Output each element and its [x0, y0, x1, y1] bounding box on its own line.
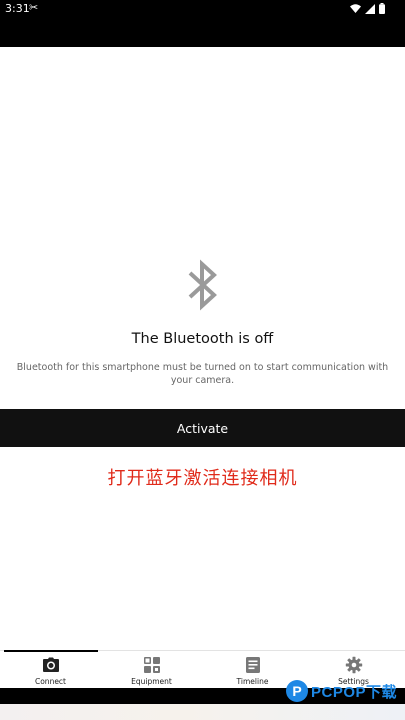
watermark: P PCPOP下载 — [285, 680, 397, 702]
bluetooth-off-title: The Bluetooth is off — [131, 331, 274, 347]
app-header — [0, 18, 405, 47]
annotation-text: 打开蓝牙激活连接相机 — [107, 468, 298, 489]
tab-equipment[interactable]: Equipment — [101, 651, 202, 689]
status-scissors-icon: ✂ — [29, 1, 39, 14]
tab-equipment-label: Equipment — [131, 677, 172, 686]
active-tab-indicator — [4, 650, 98, 652]
system-icons — [350, 3, 385, 14]
bluetooth-icon — [188, 259, 217, 311]
tab-timeline-label: Timeline — [236, 677, 269, 686]
tab-connect-label: Connect — [34, 677, 66, 686]
watermark-logo-icon: P — [285, 680, 308, 702]
tab-connect[interactable]: Connect — [0, 650, 101, 689]
camera-icon — [42, 657, 59, 672]
status-bar: 3:31 ✂ — [0, 0, 405, 18]
activate-button[interactable]: Activate — [0, 409, 405, 447]
equipment-icon — [143, 657, 160, 673]
battery-icon — [379, 3, 385, 14]
timeline-icon — [245, 657, 260, 673]
status-time: 3:31 — [5, 2, 30, 15]
watermark-text: PCPOP下载 — [310, 683, 397, 701]
bluetooth-off-description: Bluetooth for this smartphone must be tu… — [16, 362, 389, 386]
signal-icon — [365, 3, 375, 14]
bluetooth-off-panel: The Bluetooth is off Bluetooth for this … — [0, 47, 405, 650]
gear-icon — [345, 656, 362, 674]
wifi-icon — [350, 4, 361, 13]
